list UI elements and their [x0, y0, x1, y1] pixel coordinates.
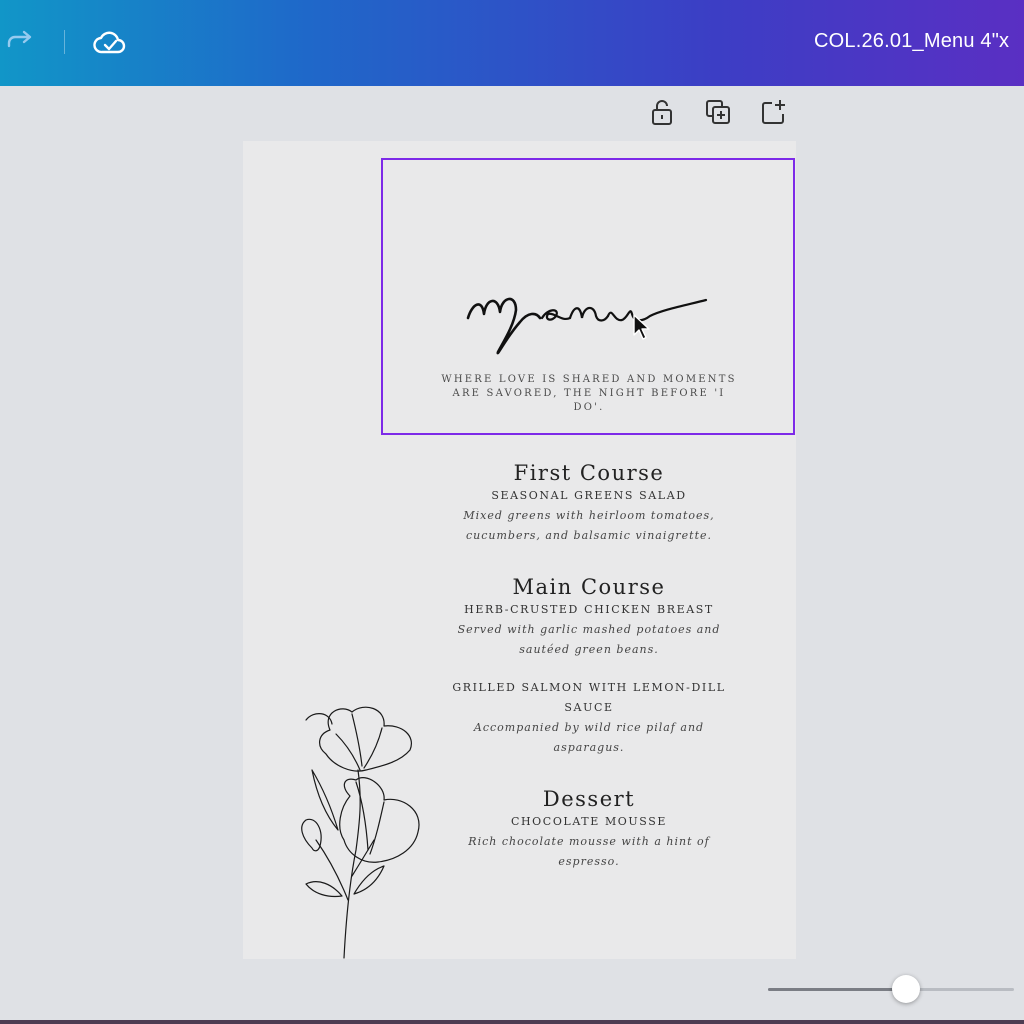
- dish-name: Herb-Crusted Chicken Breast: [464, 603, 714, 616]
- section-dessert[interactable]: Dessert Chocolate Mousse Rich chocolate …: [440, 786, 738, 872]
- dish-description: Mixed greens with heirloom tomatoes, cuc…: [463, 509, 715, 542]
- course-title: Dessert: [542, 787, 636, 811]
- dish-name: Seasonal Greens Salad: [491, 489, 687, 502]
- dish-name: Chocolate Mousse: [510, 815, 668, 828]
- dish-description: Served with garlic mashed potatoes and s…: [457, 623, 721, 656]
- duplicate-page-icon[interactable]: [702, 96, 734, 128]
- mouse-cursor-icon: [633, 314, 650, 340]
- add-page-icon[interactable]: [758, 96, 790, 128]
- selection-frame[interactable]: [381, 158, 795, 435]
- toolbar-divider: [64, 30, 65, 54]
- dish-description: Rich chocolate mousse with a hint of esp…: [468, 835, 710, 868]
- lock-icon[interactable]: [646, 96, 678, 128]
- window-bottom-edge: [0, 1020, 1024, 1024]
- dish-description: Accompanied by wild rice pilaf and aspar…: [473, 721, 705, 754]
- poppy-line-art-icon[interactable]: [292, 700, 427, 960]
- course-title: Main Course: [512, 575, 666, 599]
- editor-header: COL.26.01_Menu 4"x: [0, 0, 1024, 86]
- section-first-course[interactable]: First Course Seasonal Greens Salad Mixed…: [440, 460, 738, 546]
- document-title[interactable]: COL.26.01_Menu 4"x: [814, 30, 1024, 53]
- course-title: First Course: [513, 461, 665, 485]
- dish-name: Grilled Salmon with Lemon-Dill Sauce: [452, 681, 726, 714]
- section-main-course[interactable]: Main Course Herb-Crusted Chicken Breast …: [440, 574, 738, 758]
- zoom-slider-fill: [768, 988, 906, 991]
- cloud-saved-icon[interactable]: [92, 24, 128, 60]
- zoom-slider-handle[interactable]: [891, 975, 920, 1003]
- redo-icon[interactable]: [2, 24, 38, 60]
